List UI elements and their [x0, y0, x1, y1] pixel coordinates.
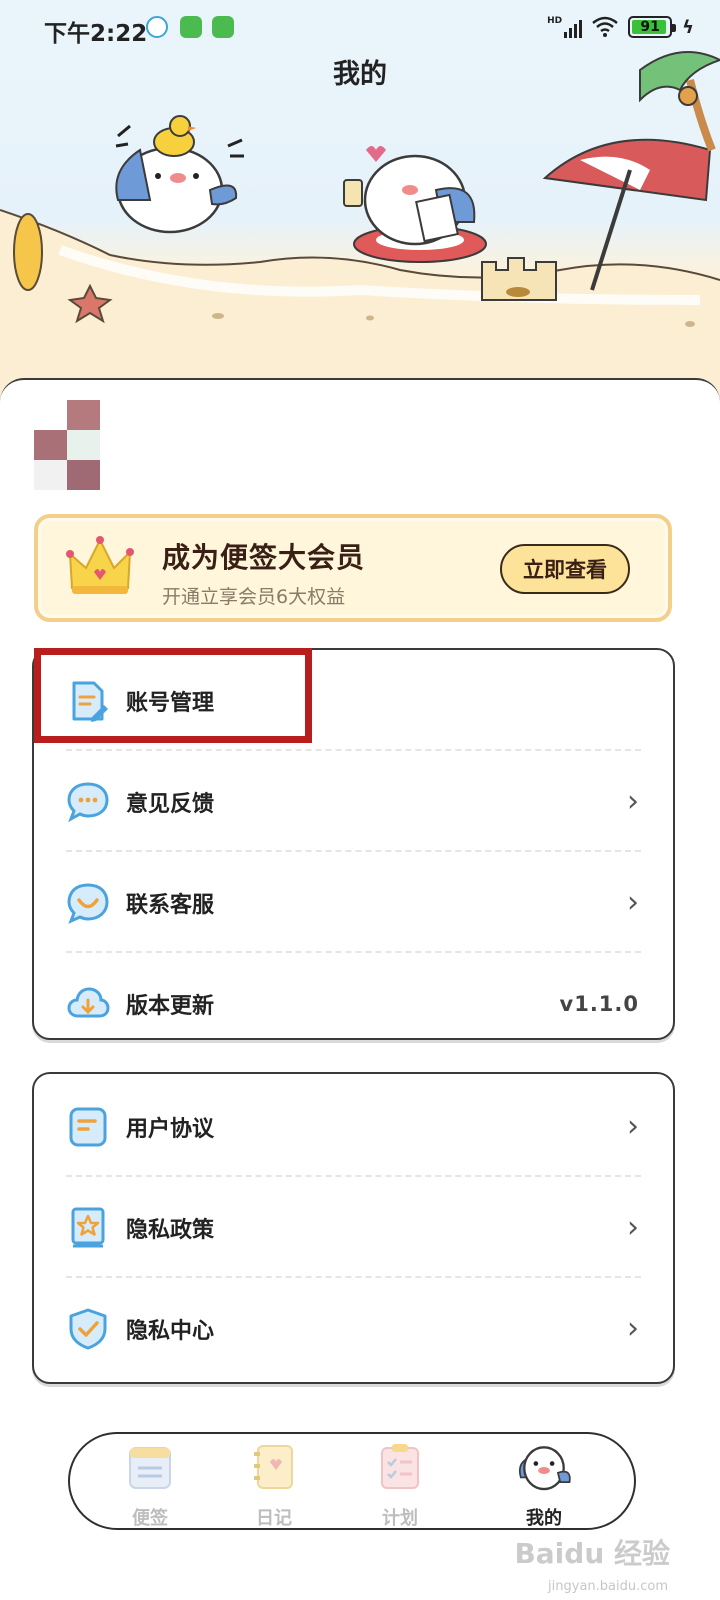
agreement-doc-icon	[69, 1107, 107, 1146]
charging-icon: ϟ	[682, 16, 694, 38]
status-bar: 下午2:22 HD 91 ϟ	[0, 0, 720, 56]
diary-icon	[254, 1445, 293, 1489]
plan-checklist-icon	[381, 1444, 419, 1489]
network-badge: HD	[547, 16, 563, 26]
watermark-subtext: jingyan.baidu.com	[548, 1579, 668, 1594]
menu-item-version-update[interactable]: 版本更新 v1.1.0	[34, 953, 673, 1054]
app-notification-icon	[146, 16, 168, 38]
menu-item-customer-service[interactable]: 联系客服 ›	[34, 852, 673, 953]
highlight-box	[34, 648, 312, 743]
notepad-icon	[129, 1447, 171, 1489]
battery-level: 91	[640, 19, 660, 35]
version-number: v1.1.0	[559, 991, 639, 1016]
chevron-right-icon: ›	[627, 1310, 639, 1346]
status-right-group: HD 91 ϟ	[547, 14, 694, 40]
menu-item-label: 版本更新	[126, 993, 215, 1019]
nav-label: 便签	[132, 1508, 168, 1529]
menu-card-legal: 用户协议 › 隐私政策 › 隐私中心 ›	[32, 1072, 675, 1384]
view-now-button[interactable]: 立即查看	[500, 544, 630, 594]
status-time: 下午2:22	[44, 21, 148, 47]
menu-item-privacy-policy[interactable]: 隐私政策 ›	[34, 1177, 673, 1278]
chevron-right-icon: ›	[627, 783, 639, 819]
vip-membership-banner[interactable]: 成为便签大会员 开通立享会员6大权益 立即查看	[34, 514, 672, 622]
crown-icon	[66, 536, 134, 594]
nav-label: 计划	[382, 1508, 418, 1529]
menu-item-label: 意见反馈	[126, 791, 215, 817]
battery-indicator: 91	[628, 16, 677, 38]
bottom-navigation: 便签 日记 计划 我的	[68, 1432, 636, 1530]
menu-item-label: 联系客服	[126, 892, 215, 918]
avatar[interactable]	[34, 400, 100, 490]
shield-check-icon	[69, 1308, 107, 1349]
nav-label: 日记	[256, 1508, 292, 1529]
signal-icon: HD	[547, 16, 583, 38]
chat-bubble-icon	[67, 781, 109, 822]
menu-item-user-agreement[interactable]: 用户协议 ›	[34, 1076, 673, 1177]
vip-title: 成为便签大会员	[162, 541, 366, 574]
nav-tab-mine[interactable]: 我的	[504, 1442, 584, 1529]
watermark: Baidu 经验	[514, 1537, 670, 1570]
shark-mascot-icon	[518, 1446, 571, 1491]
menu-item-label: 用户协议	[126, 1116, 215, 1142]
customer-service-icon	[67, 882, 109, 924]
menu-item-privacy-center[interactable]: 隐私中心 ›	[34, 1278, 673, 1379]
vip-subtitle: 开通立享会员6大权益	[162, 586, 346, 608]
page-title: 我的	[333, 59, 387, 90]
chevron-right-icon: ›	[627, 884, 639, 920]
nav-tab-plan[interactable]: 计划	[360, 1442, 440, 1529]
cloud-download-icon	[67, 986, 110, 1017]
menu-item-feedback[interactable]: 意见反馈 ›	[34, 751, 673, 852]
wifi-icon	[592, 16, 618, 37]
star-book-icon	[71, 1207, 105, 1247]
chevron-right-icon: ›	[627, 1108, 639, 1144]
chevron-right-icon: ›	[627, 1209, 639, 1245]
menu-item-label: 隐私中心	[126, 1318, 215, 1344]
nav-tab-notes[interactable]: 便签	[110, 1442, 190, 1529]
nav-label: 我的	[526, 1508, 562, 1529]
nav-tab-diary[interactable]: 日记	[234, 1442, 314, 1529]
app-notification-icon	[212, 16, 234, 38]
app-notification-icon	[180, 16, 202, 38]
menu-item-label: 隐私政策	[126, 1217, 215, 1243]
